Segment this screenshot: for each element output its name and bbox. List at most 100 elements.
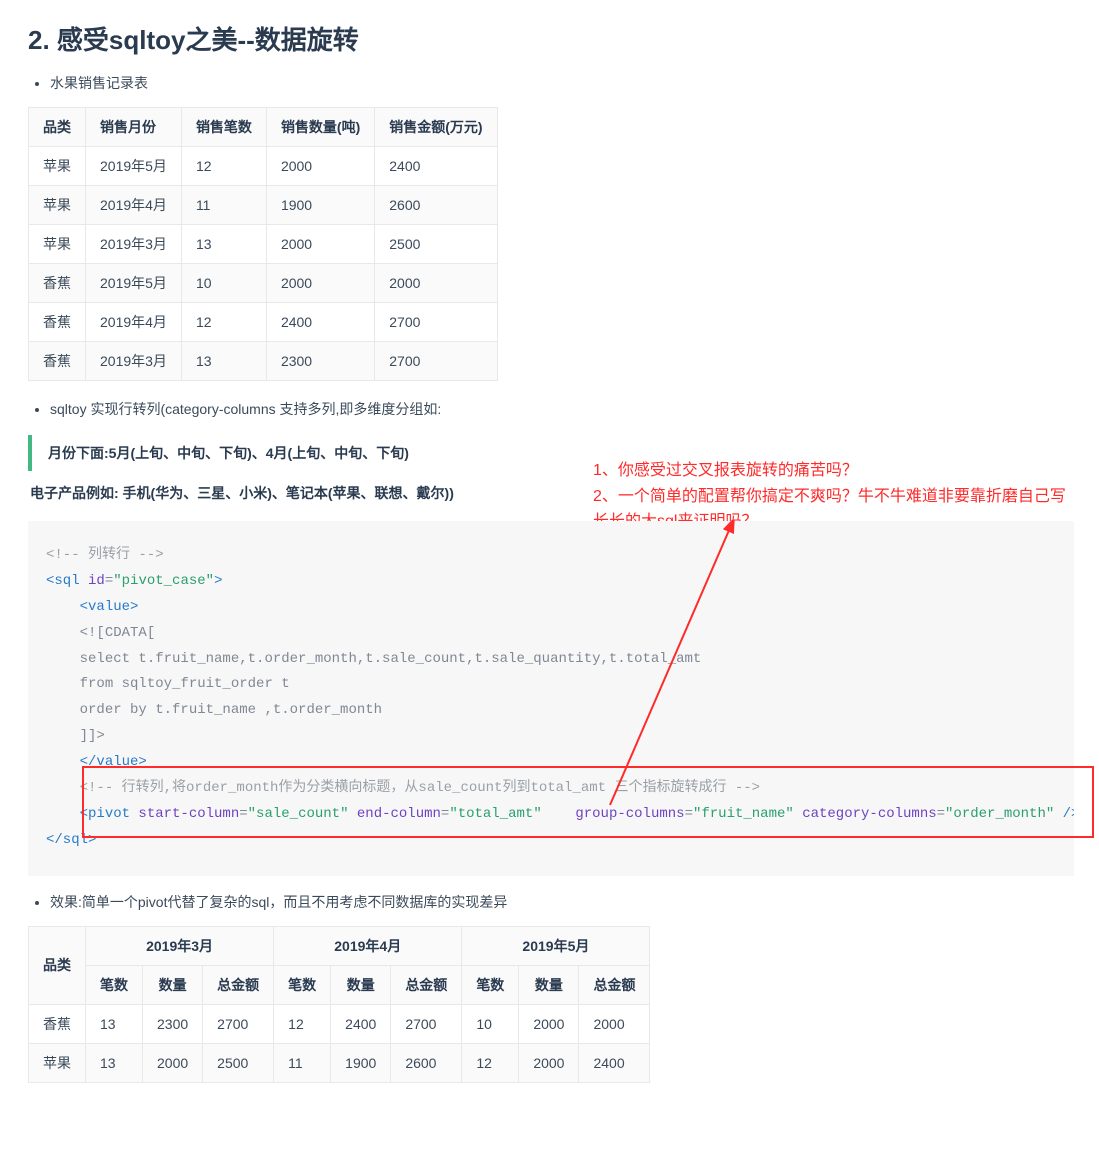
table-cell: 苹果 — [29, 147, 86, 186]
table-cell: 2500 — [375, 225, 497, 264]
table-cell: 1900 — [266, 186, 374, 225]
code-block-xml: <!-- 列转行 --> <sql id = "pivot_case"> <valu… — [28, 521, 1074, 876]
table-cell: 2019年5月 — [86, 147, 182, 186]
table-cell: 2000 — [579, 1004, 650, 1043]
code-comment: <!-- 列转行 --> — [46, 547, 164, 563]
table-cell: 2300 — [266, 342, 374, 381]
code-attr: group-columns — [575, 806, 684, 822]
bullet-item: 效果:简单一个pivot代替了复杂的sql，而且不用考虑不同数据库的实现差异 — [50, 892, 1071, 912]
table-row: 香蕉2019年3月1323002700 — [29, 342, 498, 381]
table-cell: 13 — [181, 225, 266, 264]
code-tag: <sql — [46, 573, 88, 589]
table-cell: 香蕉 — [29, 1004, 86, 1043]
table-cell: 2000 — [266, 264, 374, 303]
table-row: 香蕉132300270012240027001020002000 — [29, 1004, 650, 1043]
code-text: from sqltoy_fruit_order t — [80, 676, 290, 692]
table-cell: 10 — [462, 1004, 519, 1043]
table-cell: 2000 — [266, 147, 374, 186]
bullet-item: sqltoy 实现行转列(category-columns 支持多列,即多维度分… — [50, 399, 1071, 419]
table-cell: 2019年4月 — [86, 186, 182, 225]
table-cell: 11 — [181, 186, 266, 225]
table-cell: 2700 — [203, 1004, 274, 1043]
code-str: "pivot_case" — [113, 573, 214, 589]
code-tag: <value> — [80, 599, 139, 615]
col-header: 销售笔数 — [181, 108, 266, 147]
table-header-row: 品类 销售月份 销售笔数 销售数量(吨) 销售金额(万元) — [29, 108, 498, 147]
table-cell: 2600 — [375, 186, 497, 225]
table-cell: 2019年5月 — [86, 264, 182, 303]
table-cell: 2019年3月 — [86, 342, 182, 381]
table-header-row: 品类 2019年3月 2019年4月 2019年5月 — [29, 926, 650, 965]
col-header: 销售数量(吨) — [266, 108, 374, 147]
code-tag: > — [214, 573, 222, 589]
table-cell: 2500 — [203, 1043, 274, 1082]
table-cell: 2019年4月 — [86, 303, 182, 342]
table-cell: 2700 — [391, 1004, 462, 1043]
table-cell: 香蕉 — [29, 264, 86, 303]
table-cell: 2600 — [391, 1043, 462, 1082]
col-header: 销售金额(万元) — [375, 108, 497, 147]
col-subheader: 笔数 — [274, 965, 331, 1004]
table-cell: 13 — [86, 1043, 143, 1082]
code-tag: /> — [1054, 806, 1074, 822]
table-cell: 2700 — [375, 342, 497, 381]
code-attr: end-column — [357, 806, 441, 822]
code-text: <![CDATA[ — [80, 625, 156, 641]
section-heading: 2. 感受sqltoy之美--数据旋转 — [28, 20, 1071, 57]
table-cell: 11 — [274, 1043, 331, 1082]
bullet-list-2: sqltoy 实现行转列(category-columns 支持多列,即多维度分… — [28, 399, 1071, 419]
table-subheader-row: 笔数数量总金额笔数数量总金额笔数数量总金额 — [29, 965, 650, 1004]
col-subheader: 总金额 — [203, 965, 274, 1004]
code-attr: id — [88, 573, 105, 589]
code-text: select t.fruit_name,t.order_month,t.sale… — [80, 651, 702, 667]
col-subheader: 总金额 — [391, 965, 462, 1004]
code-tag: <pivot — [80, 806, 139, 822]
table-row: 苹果2019年4月1119002600 — [29, 186, 498, 225]
table-cell: 2300 — [143, 1004, 203, 1043]
sales-table: 品类 销售月份 销售笔数 销售数量(吨) 销售金额(万元) 苹果2019年5月1… — [28, 107, 498, 381]
table-cell: 香蕉 — [29, 303, 86, 342]
table-cell: 2000 — [266, 225, 374, 264]
bullet-list-3: 效果:简单一个pivot代替了复杂的sql，而且不用考虑不同数据库的实现差异 — [28, 892, 1071, 912]
table-cell: 10 — [181, 264, 266, 303]
col-subheader: 笔数 — [462, 965, 519, 1004]
table-cell: 苹果 — [29, 1043, 86, 1082]
code-tag: </value> — [80, 754, 147, 770]
table-cell: 2019年3月 — [86, 225, 182, 264]
col-header: 品类 — [29, 108, 86, 147]
col-header: 销售月份 — [86, 108, 182, 147]
code-str: "sale_count" — [248, 806, 349, 822]
table-cell: 2400 — [331, 1004, 391, 1043]
table-cell: 香蕉 — [29, 342, 86, 381]
table-cell: 1900 — [331, 1043, 391, 1082]
table-cell: 12 — [274, 1004, 331, 1043]
code-str: "order_month" — [945, 806, 1054, 822]
table-cell: 12 — [462, 1043, 519, 1082]
table-row: 苹果2019年3月1320002500 — [29, 225, 498, 264]
table-cell: 13 — [86, 1004, 143, 1043]
table-row: 香蕉2019年5月1020002000 — [29, 264, 498, 303]
col-header: 品类 — [29, 926, 86, 1004]
col-header-month: 2019年5月 — [462, 926, 650, 965]
table-cell: 2000 — [519, 1004, 579, 1043]
code-attr: category-columns — [802, 806, 936, 822]
pivot-result-table: 品类 2019年3月 2019年4月 2019年5月 笔数数量总金额笔数数量总金… — [28, 926, 650, 1083]
bullet-item: 水果销售记录表 — [50, 73, 1071, 93]
code-eq: = — [937, 806, 945, 822]
col-header-month: 2019年3月 — [86, 926, 274, 965]
table-cell: 2400 — [266, 303, 374, 342]
col-subheader: 数量 — [331, 965, 391, 1004]
table-cell: 2700 — [375, 303, 497, 342]
col-subheader: 数量 — [143, 965, 203, 1004]
table-cell: 13 — [181, 342, 266, 381]
table-cell: 2400 — [375, 147, 497, 186]
code-attr: start-column — [138, 806, 239, 822]
col-subheader: 笔数 — [86, 965, 143, 1004]
code-text: ]]> — [80, 728, 105, 744]
bullet-list-1: 水果销售记录表 — [28, 73, 1071, 93]
col-header-month: 2019年4月 — [274, 926, 462, 965]
table-cell: 2000 — [143, 1043, 203, 1082]
table-cell: 2000 — [519, 1043, 579, 1082]
code-str: "fruit_name" — [693, 806, 794, 822]
code-block-wrap: <!-- 列转行 --> <sql id = "pivot_case"> <valu… — [28, 521, 1074, 876]
